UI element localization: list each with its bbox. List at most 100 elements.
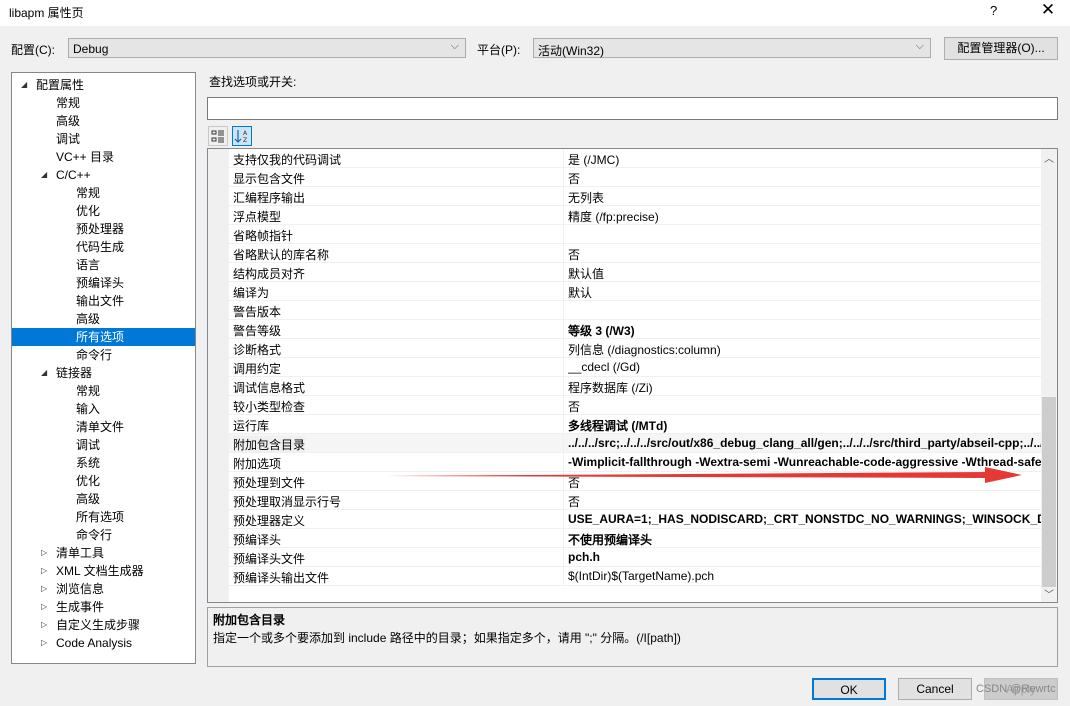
property-row[interactable]: 预编译头 不使用预编译头 — [229, 529, 1041, 548]
ok-button[interactable]: OK — [812, 678, 886, 700]
property-value[interactable]: 精度 (/fp:precise) — [568, 208, 1041, 225]
property-row[interactable]: 预编译头文件 pch.h — [229, 548, 1041, 567]
property-row[interactable]: 附加选项 -Wimplicit-fallthrough -Wextra-semi … — [229, 453, 1041, 472]
property-value[interactable]: ../../../src;../../../src/out/x86_debug_… — [568, 436, 1041, 450]
property-value[interactable]: 否 — [568, 398, 1041, 415]
property-row[interactable]: 编译为 默认 — [229, 282, 1041, 301]
cancel-button[interactable]: Cancel — [898, 678, 972, 700]
tree-item[interactable]: 输入 — [12, 400, 195, 418]
property-row[interactable]: 警告版本 — [229, 301, 1041, 320]
property-row[interactable]: 较小类型检查 否 — [229, 396, 1041, 415]
collapsed-triangle-icon[interactable]: ▷ — [41, 598, 47, 616]
tree-item[interactable]: 优化 — [12, 472, 195, 490]
property-row[interactable]: 预编译头输出文件 $(IntDir)$(TargetName).pch — [229, 567, 1041, 586]
property-value[interactable]: 无列表 — [568, 189, 1041, 206]
property-value[interactable]: 多线程调试 (/MTd) — [568, 417, 1041, 434]
collapsed-triangle-icon[interactable]: ▷ — [41, 562, 47, 580]
property-value[interactable]: 列信息 (/diagnostics:column) — [568, 341, 1041, 358]
property-row[interactable]: 省略默认的库名称 否 — [229, 244, 1041, 263]
tree-item[interactable]: ◢ 配置属性 — [12, 76, 195, 94]
tree-item[interactable]: ◢ 链接器 — [12, 364, 195, 382]
collapsed-triangle-icon[interactable]: ▷ — [41, 616, 47, 634]
property-row[interactable]: 浮点模型 精度 (/fp:precise) — [229, 206, 1041, 225]
alphabetical-sort-button[interactable]: A Z — [232, 126, 252, 146]
collapsed-triangle-icon[interactable]: ▷ — [41, 634, 47, 652]
platform-select[interactable]: 活动(Win32) ⌵ — [533, 38, 931, 58]
property-value[interactable]: 默认值 — [568, 265, 1041, 282]
property-value[interactable]: __cdecl (/Gd) — [568, 360, 1041, 374]
property-row[interactable]: 支持仅我的代码调试 是 (/JMC) — [229, 149, 1041, 168]
property-value[interactable]: 不使用预编译头 — [568, 531, 1041, 548]
property-row[interactable]: 预处理取消显示行号 否 — [229, 491, 1041, 510]
tree-item[interactable]: ▷ XML 文档生成器 — [12, 562, 195, 580]
tree-item[interactable]: 调试 — [12, 130, 195, 148]
tree-item[interactable]: 高级 — [12, 112, 195, 130]
tree-item[interactable]: ▷ 清单工具 — [12, 544, 195, 562]
tree-item[interactable]: 语言 — [12, 256, 195, 274]
property-value[interactable]: 默认 — [568, 284, 1041, 301]
close-icon[interactable]: ✕ — [1034, 0, 1062, 20]
tree-item[interactable]: 调试 — [12, 436, 195, 454]
tree-item[interactable]: 高级 — [12, 310, 195, 328]
collapsed-triangle-icon[interactable]: ▷ — [41, 544, 47, 562]
expanded-triangle-icon[interactable]: ◢ — [41, 166, 47, 184]
property-row[interactable]: 警告等级 等级 3 (/W3) — [229, 320, 1041, 339]
tree-item[interactable]: 优化 — [12, 202, 195, 220]
tree-item[interactable]: 清单文件 — [12, 418, 195, 436]
scroll-up-icon[interactable]: ︿ — [1044, 150, 1054, 165]
grid-vertical-scrollbar[interactable]: ︿ ﹀ — [1041, 149, 1057, 602]
tree-item[interactable]: 代码生成 — [12, 238, 195, 256]
configuration-manager-button[interactable]: 配置管理器(O)... — [944, 37, 1058, 60]
property-value[interactable]: 否 — [568, 170, 1041, 187]
collapsed-triangle-icon[interactable]: ▷ — [41, 580, 47, 598]
tree-item[interactable]: 预处理器 — [12, 220, 195, 238]
property-row[interactable]: 预处理器定义 USE_AURA=1;_HAS_NODISCARD;_CRT_NON… — [229, 510, 1041, 529]
property-value[interactable]: 否 — [568, 474, 1041, 491]
property-value[interactable]: pch.h — [568, 550, 1041, 564]
property-value[interactable]: 程序数据库 (/Zi) — [568, 379, 1041, 396]
tree-item[interactable]: ◢ C/C++ — [12, 166, 195, 184]
property-row[interactable]: 预处理到文件 否 — [229, 472, 1041, 491]
scroll-down-icon[interactable]: ﹀ — [1044, 586, 1054, 601]
property-row[interactable]: 显示包含文件 否 — [229, 168, 1041, 187]
tree-item[interactable]: 常规 — [12, 184, 195, 202]
expanded-triangle-icon[interactable]: ◢ — [21, 76, 27, 94]
config-select[interactable]: Debug ⌵ — [68, 38, 466, 58]
tree-item[interactable]: 预编译头 — [12, 274, 195, 292]
search-input[interactable] — [207, 97, 1058, 120]
property-value[interactable]: 等级 3 (/W3) — [568, 322, 1041, 339]
property-row[interactable]: 调用约定 __cdecl (/Gd) — [229, 358, 1041, 377]
tree-item[interactable]: 高级 — [12, 490, 195, 508]
help-button[interactable]: ? — [990, 3, 997, 18]
tree-item[interactable]: ▷ 浏览信息 — [12, 580, 195, 598]
property-value[interactable]: 否 — [568, 246, 1041, 263]
tree-item[interactable]: VC++ 目录 — [12, 148, 195, 166]
scrollbar-thumb[interactable] — [1042, 397, 1056, 587]
tree-item[interactable]: ▷ Code Analysis — [12, 634, 195, 652]
property-row[interactable]: 运行库 多线程调试 (/MTd) — [229, 415, 1041, 434]
property-row[interactable]: 诊断格式 列信息 (/diagnostics:column) — [229, 339, 1041, 358]
tree-item[interactable]: ▷ 生成事件 — [12, 598, 195, 616]
tree-item[interactable]: ▷ 自定义生成步骤 — [12, 616, 195, 634]
property-tree[interactable]: ◢ 配置属性 常规 高级 调试 VC++ 目录 ◢ C/C++ 常规 优化 预处理器 代码生成 语言 预编… — [11, 72, 196, 664]
property-row[interactable]: 汇编程序输出 无列表 — [229, 187, 1041, 206]
tree-item[interactable]: 命令行 — [12, 346, 195, 364]
tree-item[interactable]: 输出文件 — [12, 292, 195, 310]
expanded-triangle-icon[interactable]: ◢ — [41, 364, 47, 382]
tree-item[interactable]: 所有选项 — [12, 328, 195, 346]
property-value[interactable]: 否 — [568, 493, 1041, 510]
property-row[interactable]: 调试信息格式 程序数据库 (/Zi) — [229, 377, 1041, 396]
property-row[interactable]: 省略帧指针 — [229, 225, 1041, 244]
categorized-view-button[interactable] — [208, 126, 228, 146]
tree-item[interactable]: 命令行 — [12, 526, 195, 544]
property-value[interactable]: -Wimplicit-fallthrough -Wextra-semi -Wun… — [568, 455, 1041, 469]
property-value[interactable]: 是 (/JMC) — [568, 151, 1041, 168]
property-row[interactable]: 结构成员对齐 默认值 — [229, 263, 1041, 282]
tree-item[interactable]: 常规 — [12, 94, 195, 112]
tree-item[interactable]: 所有选项 — [12, 508, 195, 526]
tree-item[interactable]: 常规 — [12, 382, 195, 400]
property-row[interactable]: 附加包含目录 ../../../src;../../../src/out/x86_… — [229, 434, 1041, 453]
property-value[interactable]: USE_AURA=1;_HAS_NODISCARD;_CRT_NONSTDC_N… — [568, 512, 1041, 526]
tree-item[interactable]: 系统 — [12, 454, 195, 472]
property-value[interactable]: $(IntDir)$(TargetName).pch — [568, 569, 1041, 583]
